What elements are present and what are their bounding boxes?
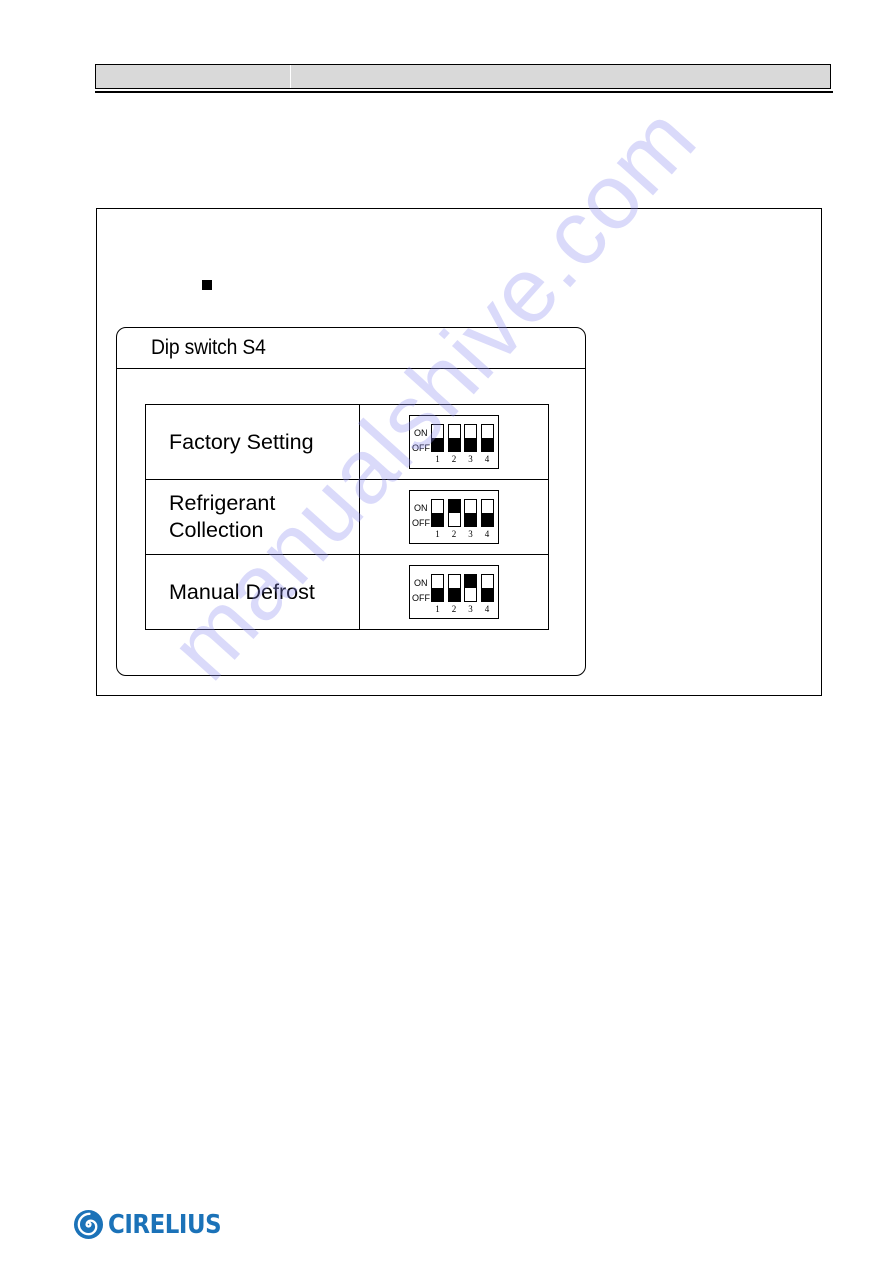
setting-label-line: Refrigerant xyxy=(169,491,276,515)
dip-switch-1 xyxy=(431,574,444,602)
dip-switch-1 xyxy=(431,499,444,527)
switch-knob xyxy=(465,438,476,451)
switch-number: 1 xyxy=(435,454,440,464)
dip-switch-4 xyxy=(480,499,494,527)
dip-switch-diagram: ON OFF 1 2 3 4 xyxy=(409,490,499,544)
panel-title: Dip switch S4 xyxy=(151,336,266,359)
dip-switch-2 xyxy=(447,499,461,527)
brand-logo: CIRELIUS xyxy=(73,1209,237,1240)
setting-label: Factory Setting xyxy=(145,404,360,480)
header-left-cell xyxy=(96,65,291,88)
header-right-cell xyxy=(291,65,830,88)
off-label: OFF xyxy=(412,518,430,528)
dip-switch-table: Factory Setting ON OFF 1 2 3 4 Refrigerant Colle… xyxy=(145,404,549,630)
switch-number: 4 xyxy=(484,529,490,539)
switch-knob xyxy=(432,588,443,601)
spiral-icon xyxy=(73,1209,104,1240)
setting-label: Manual Defrost xyxy=(145,554,360,630)
dip-switch-diagram: ON OFF 1 2 3 4 xyxy=(409,415,499,469)
switch-knob xyxy=(448,588,460,601)
dip-switch-3 xyxy=(464,499,477,527)
switch-knob xyxy=(448,500,460,513)
off-label: OFF xyxy=(412,593,430,603)
switch-diagram-cell: ON OFF 1 2 3 4 xyxy=(359,554,549,630)
switch-knob xyxy=(465,513,476,526)
dip-table-row: Refrigerant Collection ON OFF 1 2 3 4 xyxy=(145,479,549,555)
dip-switch-3 xyxy=(464,424,477,452)
switch-knob xyxy=(432,438,443,451)
panel-divider xyxy=(117,368,585,369)
dip-switch-4 xyxy=(480,424,494,452)
switch-knob xyxy=(481,438,493,451)
switch-number: 2 xyxy=(451,529,457,539)
switch-diagram-cell: ON OFF 1 2 3 4 xyxy=(359,479,549,555)
setting-label: Refrigerant Collection xyxy=(145,479,360,555)
switch-knob xyxy=(432,513,443,526)
square-bullet-icon xyxy=(202,280,212,290)
switch-diagram-cell: ON OFF 1 2 3 4 xyxy=(359,404,549,480)
dip-switch-3 xyxy=(464,574,477,602)
on-label: ON xyxy=(414,578,428,588)
header-rule xyxy=(95,91,833,93)
switch-knob xyxy=(465,575,476,588)
dip-switch-1 xyxy=(431,424,444,452)
dip-switch-2 xyxy=(447,424,461,452)
switch-number: 3 xyxy=(468,529,473,539)
setting-label-line: Manual Defrost xyxy=(169,579,315,604)
setting-label-line: Collection xyxy=(169,518,264,542)
switch-number: 2 xyxy=(451,604,457,614)
switch-number: 1 xyxy=(435,604,440,614)
dip-table-row: Factory Setting ON OFF 1 2 3 4 xyxy=(145,404,549,480)
setting-label-line: Factory Setting xyxy=(169,429,314,454)
header-bar xyxy=(95,64,831,89)
on-label: ON xyxy=(414,503,428,513)
switch-number: 1 xyxy=(435,529,440,539)
off-label: OFF xyxy=(412,443,430,453)
dip-switch-4 xyxy=(480,574,494,602)
switch-number: 3 xyxy=(468,604,473,614)
switch-number: 2 xyxy=(451,454,457,464)
dip-table-row: Manual Defrost ON OFF 1 2 3 4 xyxy=(145,554,549,630)
switch-number: 4 xyxy=(484,604,490,614)
switch-knob xyxy=(448,438,460,451)
switch-knob xyxy=(481,513,493,526)
on-label: ON xyxy=(414,428,428,438)
switch-knob xyxy=(481,588,493,601)
dip-switch-diagram: ON OFF 1 2 3 4 xyxy=(409,565,499,619)
switch-number: 3 xyxy=(468,454,473,464)
switch-number: 4 xyxy=(484,454,490,464)
brand-name: CIRELIUS xyxy=(108,1209,222,1240)
dip-switch-2 xyxy=(447,574,461,602)
